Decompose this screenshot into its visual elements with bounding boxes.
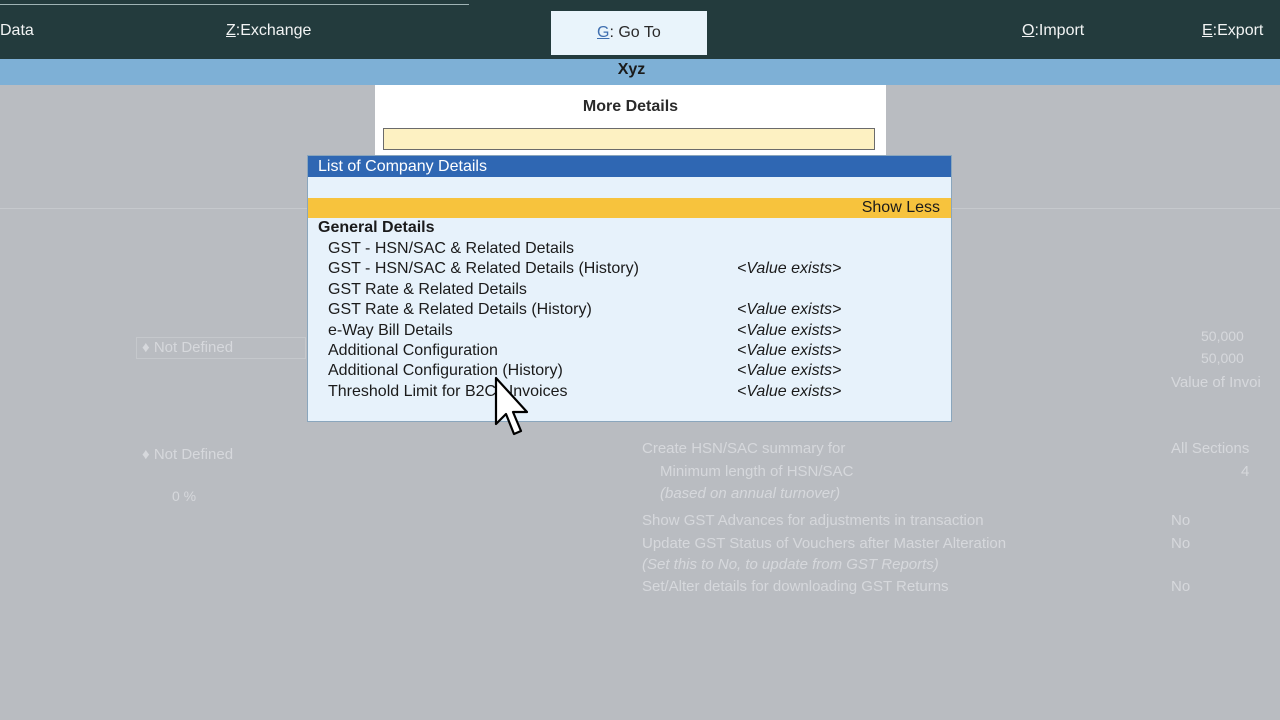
not-defined-2: ♦ Not Defined <box>142 446 234 463</box>
list-item-gst-rate-history[interactable]: GST Rate & Related Details (History) <box>328 301 728 321</box>
show-gst-adv-label: Show GST Advances for adjustments in tra… <box>642 512 984 529</box>
menu-export[interactable]: E:Export <box>1202 22 1263 40</box>
more-details-input[interactable] <box>383 128 875 150</box>
list-item-additional-config[interactable]: Additional Configuration <box>328 342 728 362</box>
list-value-threshold-b2cl: <Value exists> <box>737 383 842 400</box>
not-defined-1: ♦ Not Defined <box>142 339 234 356</box>
list-item-eway-bill[interactable]: e-Way Bill Details <box>328 322 728 342</box>
percent-value: 0 % <box>172 488 197 504</box>
menu-export-label: Export <box>1217 22 1264 39</box>
company-name: Xyz <box>617 61 646 78</box>
list-value-gst-rate-history: <Value exists> <box>737 301 842 318</box>
menu-import-key: O <box>1022 22 1035 39</box>
set-this-note: (Set this to No, to update from GST Repo… <box>642 556 939 573</box>
menu-import-label: Import <box>1038 22 1085 39</box>
update-gst-label: Update GST Status of Vouchers after Mast… <box>642 535 1007 552</box>
menu-goto-label: Go To <box>618 24 661 41</box>
menu-export-key: E <box>1202 22 1213 39</box>
menu-exchange[interactable]: Z:Exchange <box>226 22 311 40</box>
topbar-divider <box>0 4 469 5</box>
menu-data-label: Data <box>0 22 34 39</box>
menu-goto[interactable]: G: Go To <box>551 11 707 55</box>
menu-import[interactable]: O:Import <box>1022 22 1084 40</box>
not-defined-1-text: Not Defined <box>153 339 234 356</box>
list-item-gst-rate[interactable]: GST Rate & Related Details <box>328 281 728 301</box>
show-less-button[interactable]: Show Less <box>308 198 951 218</box>
company-details-list: List of Company Details Show Less Genera… <box>307 155 952 422</box>
menu-exchange-key: Z <box>226 22 236 39</box>
more-details-panel: More Details <box>375 85 886 160</box>
top-menu-bar: Data Z:Exchange G: Go To O:Import E:Expo… <box>0 0 1280 59</box>
company-title-bar: Xyz <box>0 59 1280 85</box>
show-gst-adv-value: No <box>1171 512 1191 529</box>
section-general-details: General Details <box>318 219 435 236</box>
min-length-value: 4 <box>1241 463 1250 480</box>
list-value-additional-config-history: <Value exists> <box>737 362 842 379</box>
create-hsn-label: Create HSN/SAC summary for <box>642 440 846 457</box>
list-item-gst-hsn[interactable]: GST - HSN/SAC & Related Details <box>328 240 728 260</box>
mouse-cursor-icon <box>494 376 529 436</box>
list-value-eway-bill: <Value exists> <box>737 322 842 339</box>
amount-1: 50,000 <box>1201 328 1244 344</box>
show-less-label: Show Less <box>861 199 940 216</box>
list-title: List of Company Details <box>318 158 487 175</box>
set-alter-label: Set/Alter details for downloading GST Re… <box>642 578 949 595</box>
list-item-gst-hsn-history[interactable]: GST - HSN/SAC & Related Details (History… <box>328 260 728 280</box>
value-of-invoice: Value of Invoi <box>1171 374 1261 391</box>
based-on-note: (based on annual turnover) <box>660 485 841 502</box>
menu-goto-key: G <box>597 24 610 41</box>
update-gst-value: No <box>1171 535 1191 552</box>
menu-exchange-label: Exchange <box>240 22 312 39</box>
list-value-gst-hsn-history: <Value exists> <box>737 260 842 277</box>
min-length-label: Minimum length of HSN/SAC <box>660 463 854 480</box>
set-alter-value: No <box>1171 578 1191 595</box>
menu-data[interactable]: Data <box>0 22 34 40</box>
list-value-additional-config: <Value exists> <box>737 342 842 359</box>
amount-2: 50,000 <box>1201 350 1244 366</box>
create-hsn-value: All Sections <box>1171 440 1250 457</box>
not-defined-2-text: Not Defined <box>153 446 234 463</box>
list-header: List of Company Details <box>308 156 951 177</box>
more-details-title: More Details <box>582 98 679 115</box>
